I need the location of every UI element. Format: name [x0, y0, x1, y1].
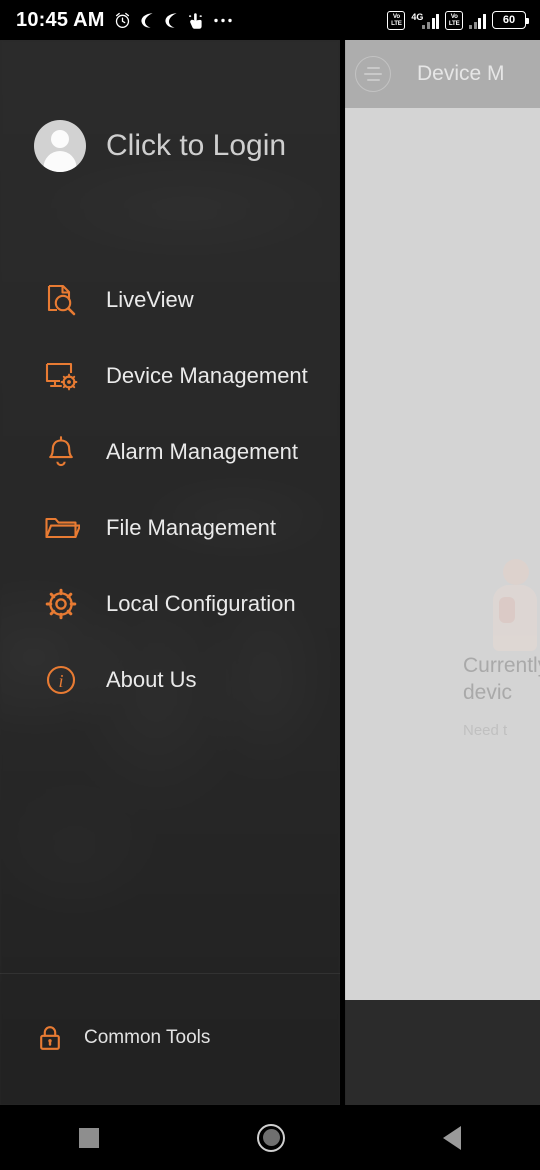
- drawer-menu: LiveView Device Management Alarm Managem…: [0, 262, 340, 718]
- device-management-panel: Device M Currently devic Need t: [345, 40, 540, 1000]
- more-icon: [213, 17, 233, 24]
- empty-state-subtext: Need t: [463, 722, 508, 739]
- empty-state-line2: devic: [463, 681, 513, 704]
- status-bar: 10:45 AM Vo LTE 4G Vo LTE 60: [0, 0, 540, 40]
- volte-icon-sim1: Vo LTE: [387, 10, 406, 30]
- content-app-bar-title: Device M: [417, 62, 505, 85]
- menu-item-file-management[interactable]: File Management: [0, 490, 340, 566]
- person-avatar-icon: [34, 120, 86, 172]
- alarm-clock-icon: [114, 12, 131, 29]
- footer-label: Common Tools: [84, 1027, 211, 1048]
- menu-item-label: Device Management: [106, 363, 308, 388]
- battery-indicator: 60: [492, 11, 529, 29]
- menu-item-device-management[interactable]: Device Management: [0, 338, 340, 414]
- back-triangle-icon[interactable]: [443, 1125, 461, 1150]
- gear-icon: [40, 583, 82, 625]
- phone-screen: Device M Currently devic Need t Click to…: [0, 0, 540, 1170]
- signal-bars-sim1: 4G: [411, 12, 440, 29]
- menu-item-alarm-management[interactable]: Alarm Management: [0, 414, 340, 490]
- menu-item-about-us[interactable]: i About Us: [0, 642, 340, 718]
- menu-item-local-configuration[interactable]: Local Configuration: [0, 566, 340, 642]
- menu-item-label: Local Configuration: [106, 591, 296, 616]
- bell-icon: [40, 431, 82, 473]
- navigation-drawer: Click to Login LiveView Device Managemen…: [0, 40, 340, 1105]
- status-bar-clock: 10:45 AM: [16, 8, 105, 31]
- empty-state-text: Currently devic Need t: [345, 652, 540, 739]
- menu-item-label: Alarm Management: [106, 439, 298, 464]
- folder-icon: [40, 507, 82, 549]
- volte-icon-sim2: Vo LTE: [445, 10, 464, 30]
- home-circle-icon[interactable]: [257, 1123, 285, 1152]
- drawer-divider: [0, 973, 340, 974]
- crescent-moon-icon: [164, 12, 179, 29]
- menu-item-common-tools[interactable]: Common Tools: [34, 1022, 210, 1054]
- signal-bars-sim2: [469, 12, 486, 29]
- content-lower-area: [345, 1000, 540, 1105]
- menu-item-liveview[interactable]: LiveView: [0, 262, 340, 338]
- content-app-bar: Device M: [345, 40, 540, 108]
- svg-text:i: i: [58, 671, 63, 691]
- login-row[interactable]: Click to Login: [34, 120, 286, 172]
- menu-item-label: About Us: [106, 667, 197, 692]
- touch-assist-icon: [188, 12, 204, 29]
- no-device-illustration: [463, 545, 540, 660]
- hamburger-menu-icon[interactable]: [355, 56, 391, 92]
- menu-item-label: LiveView: [106, 287, 194, 312]
- monitor-gear-icon: [40, 355, 82, 397]
- login-label: Click to Login: [106, 129, 287, 162]
- recents-square-icon[interactable]: [79, 1127, 99, 1148]
- liveview-document-search-icon: [40, 279, 82, 321]
- menu-item-label: File Management: [106, 515, 276, 540]
- info-circle-icon: i: [40, 659, 82, 701]
- lock-icon: [34, 1022, 66, 1054]
- crescent-moon-icon: [140, 12, 155, 29]
- android-nav-bar: [0, 1105, 540, 1170]
- empty-state-line1: Currently: [463, 654, 540, 677]
